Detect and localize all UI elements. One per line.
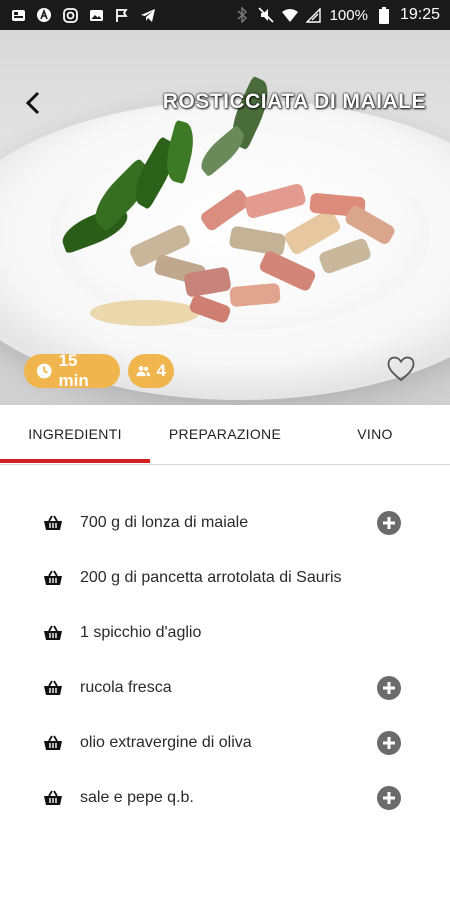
ingredient-text: sale e pepe q.b. (80, 788, 194, 806)
status-bar: 100% 19:25 (0, 0, 450, 30)
tab-preparazione[interactable]: PREPARAZIONE (150, 405, 300, 463)
basket-icon (44, 625, 62, 640)
ingredient-row: olio extravergine di oliva (0, 715, 450, 770)
status-notifications (10, 7, 156, 23)
add-to-list-button[interactable] (377, 510, 401, 535)
basket-icon (44, 680, 62, 695)
image-icon (88, 7, 104, 23)
ingredient-row: 700 g di lonza di maiale (0, 495, 450, 550)
ingredient-text: olio extravergine di oliva (80, 733, 252, 751)
ingredient-text: 1 spicchio d'aglio (80, 623, 202, 641)
telegram-icon (140, 7, 156, 23)
tab-ingredienti[interactable]: INGREDIENTI (0, 405, 150, 463)
instagram-icon (62, 7, 78, 23)
add-to-list-button[interactable] (377, 675, 401, 700)
basket-icon (44, 790, 62, 805)
back-arrow-icon (25, 91, 40, 115)
ingredient-text: 700 g di lonza di maiale (80, 513, 249, 531)
add-to-list-button[interactable] (377, 785, 401, 810)
servings-badge: 4 (128, 354, 174, 388)
clock-icon (36, 363, 52, 379)
basket-icon (44, 570, 62, 585)
time-badge: 15 min (24, 351, 120, 390)
signal-icon (306, 7, 322, 23)
time-value: 15 min (58, 351, 89, 390)
recipe-hero-image: ROSTICCIATA DI MAIALE (0, 30, 450, 405)
battery-icon (376, 6, 392, 24)
ingredient-text: rucola fresca (80, 678, 172, 696)
flag-icon (114, 7, 130, 23)
ingredient-row: rucola fresca (0, 660, 450, 715)
back-button[interactable] (18, 88, 48, 118)
wifi-icon (281, 7, 298, 23)
app-a-icon (36, 7, 52, 23)
battery-percent: 100% (329, 6, 368, 24)
recipe-tabs: INGREDIENTI PREPARAZIONE VINO (0, 405, 450, 465)
ingredient-row: 1 spicchio d'aglio (0, 605, 450, 660)
recipe-title: ROSTICCIATA DI MAIALE (162, 90, 426, 113)
sauce (90, 300, 200, 326)
mute-icon (258, 7, 274, 23)
bluetooth-icon (234, 7, 250, 23)
basket-icon (44, 735, 62, 750)
add-to-list-button[interactable] (377, 730, 401, 755)
tab-vino[interactable]: VINO (300, 405, 450, 463)
people-icon (136, 366, 151, 377)
ingredient-row: sale e pepe q.b. (0, 770, 450, 825)
servings-value: 4 (156, 361, 166, 380)
favorite-button[interactable] (387, 356, 415, 384)
ingredient-text: 200 g di pancetta arrotolata di Sauris (80, 568, 342, 586)
heart-icon (387, 356, 415, 382)
ingredient-row: 200 g di pancetta arrotolata di Sauris (0, 550, 450, 605)
basket-icon (44, 515, 62, 530)
active-tab-indicator (0, 459, 150, 463)
status-time: 19:25 (399, 6, 440, 23)
gallery-icon (10, 7, 26, 23)
status-system: 100% 19:25 (234, 6, 440, 24)
